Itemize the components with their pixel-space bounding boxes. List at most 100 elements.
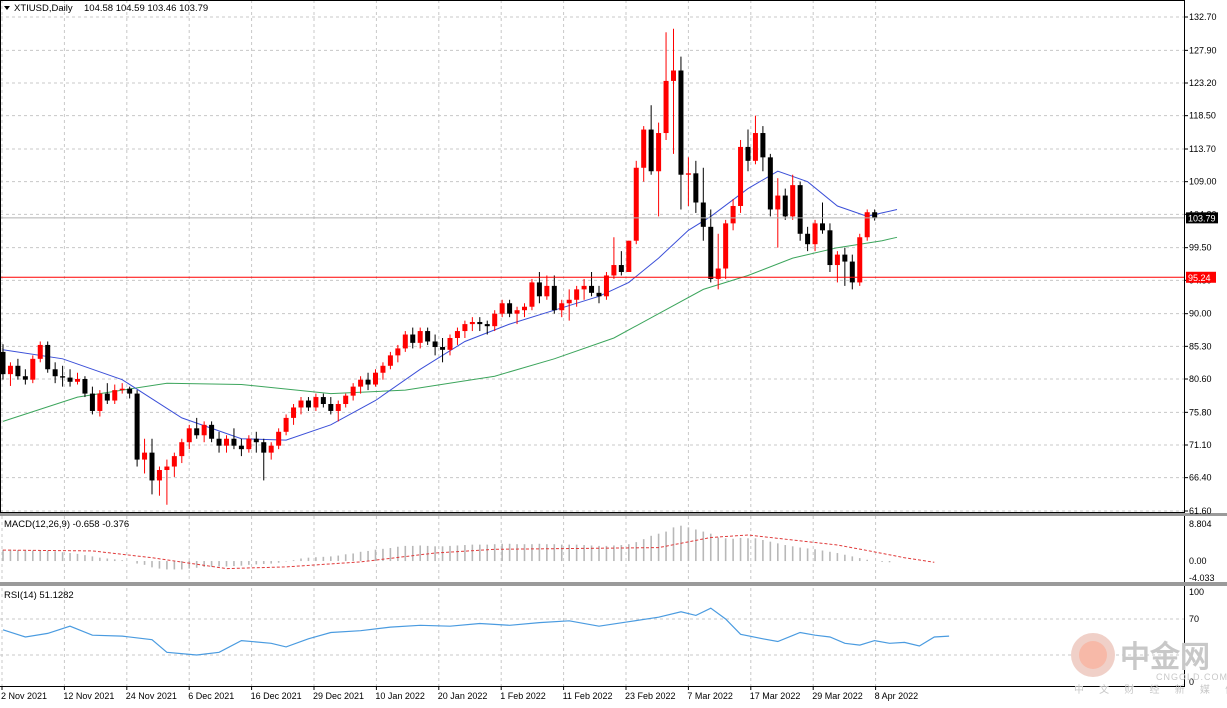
- candle-body: [454, 331, 460, 338]
- price-tick-label: 99.50: [1189, 243, 1212, 253]
- candle[interactable]: [864, 209, 870, 241]
- date-tick-label: 17 Mar 2022: [750, 691, 801, 701]
- candle[interactable]: [529, 278, 535, 311]
- hline-price-tag: 95.24: [1186, 271, 1216, 283]
- candle-body: [320, 397, 326, 405]
- candle[interactable]: [797, 181, 803, 241]
- candle-body: [857, 237, 863, 283]
- candle-body: [224, 438, 229, 446]
- candle[interactable]: [603, 271, 609, 300]
- candle[interactable]: [738, 139, 744, 213]
- chart-background: [0, 0, 1227, 708]
- candle-body: [507, 303, 513, 314]
- date-tick-label: 2 Nov 2021: [1, 691, 47, 701]
- date-tick-label: 29 Mar 2022: [812, 691, 863, 701]
- candle-body: [432, 341, 438, 348]
- candle-body: [700, 202, 706, 227]
- candle-body: [209, 424, 215, 439]
- candle-body: [283, 417, 289, 432]
- price-tick-label: 61.60: [1189, 506, 1212, 516]
- candle-body: [648, 129, 654, 172]
- candle-body: [663, 80, 669, 134]
- candle-body: [97, 393, 103, 411]
- price-tick-label: 75.80: [1189, 407, 1212, 417]
- macd-tick-label: 8.804: [1189, 519, 1212, 529]
- rsi-label: RSI(14) 51.1282: [4, 590, 74, 601]
- candle-body: [477, 322, 483, 325]
- candle-body: [827, 230, 833, 266]
- chart-header: XTIUSD,Daily 104.58 104.59 103.46 103.79: [4, 3, 208, 14]
- candle-body: [291, 407, 297, 418]
- candle-body: [723, 223, 729, 269]
- candle-body: [119, 388, 125, 391]
- candle-body: [782, 195, 788, 217]
- candle-body: [529, 282, 535, 307]
- date-tick-label: 29 Dec 2021: [313, 691, 364, 701]
- candle-body: [499, 303, 505, 314]
- candle[interactable]: [827, 223, 833, 272]
- candle-body: [767, 157, 773, 210]
- price-tick-label: 118.50: [1189, 111, 1216, 121]
- date-tick-label: 23 Feb 2022: [625, 691, 676, 701]
- candle-body: [752, 133, 758, 161]
- candle-body: [469, 322, 475, 325]
- candle-body: [164, 466, 170, 471]
- candle-body: [216, 438, 222, 446]
- candle[interactable]: [633, 160, 639, 245]
- candle-body: [581, 285, 587, 290]
- candle-body: [373, 372, 378, 385]
- candle-body: [358, 379, 364, 387]
- hline-price-value: 95.24: [1188, 273, 1211, 283]
- candle-body: [790, 185, 796, 217]
- price-tick-label: 113.70: [1189, 144, 1216, 154]
- candle-body: [656, 133, 662, 172]
- candle[interactable]: [767, 153, 773, 217]
- macd-tick-label: -4.033: [1189, 573, 1215, 583]
- candle[interactable]: [134, 390, 140, 467]
- candle-body: [596, 292, 602, 297]
- ohlc-header: 104.58 104.59 103.46 103.79: [84, 3, 208, 14]
- candle-body: [75, 378, 80, 382]
- candle-body: [834, 254, 840, 266]
- candle-body: [820, 223, 825, 231]
- candle-body: [678, 70, 684, 175]
- candle-body: [201, 424, 207, 436]
- candle-body: [536, 282, 542, 297]
- candle-body: [805, 233, 811, 245]
- price-tick-label: 80.60: [1189, 374, 1212, 384]
- date-tick-label: 11 Feb 2022: [563, 691, 613, 701]
- candle-body: [395, 348, 401, 356]
- candle-body: [45, 344, 51, 370]
- price-tick-label: 123.20: [1189, 78, 1217, 88]
- date-tick-label: 1 Feb 2022: [500, 691, 546, 701]
- candle-body: [641, 129, 647, 168]
- date-tick-label: 20 Jan 2022: [438, 691, 488, 701]
- candle[interactable]: [857, 233, 863, 286]
- candle[interactable]: [626, 240, 632, 272]
- trading-chart[interactable]: XTIUSD,Daily 104.58 104.59 103.46 103.79…: [0, 0, 1227, 708]
- candle-body: [484, 324, 490, 327]
- candle-body: [410, 334, 416, 343]
- date-tick-label: 7 Mar 2022: [687, 691, 733, 701]
- candle[interactable]: [30, 355, 36, 384]
- candle-body: [335, 404, 341, 411]
- candle-body: [253, 438, 259, 443]
- candle-body: [112, 390, 118, 401]
- candle-body: [313, 397, 319, 408]
- candle-body: [522, 306, 527, 311]
- candle-body: [611, 265, 617, 276]
- date-tick-label: 10 Jan 2022: [375, 691, 425, 701]
- candle-body: [693, 173, 699, 203]
- candle-body: [708, 226, 714, 279]
- price-tick-label: 66.40: [1189, 473, 1212, 483]
- candle-body: [7, 365, 13, 375]
- candle-body: [171, 456, 177, 467]
- price-tick-label: 71.10: [1189, 440, 1212, 450]
- candle[interactable]: [45, 341, 51, 373]
- candle-body: [365, 379, 371, 385]
- candle-body: [387, 355, 393, 366]
- candle-body: [246, 438, 252, 450]
- candle-body: [402, 334, 408, 349]
- current-price-tag: 103.79: [1186, 212, 1218, 224]
- candle-body: [67, 377, 73, 382]
